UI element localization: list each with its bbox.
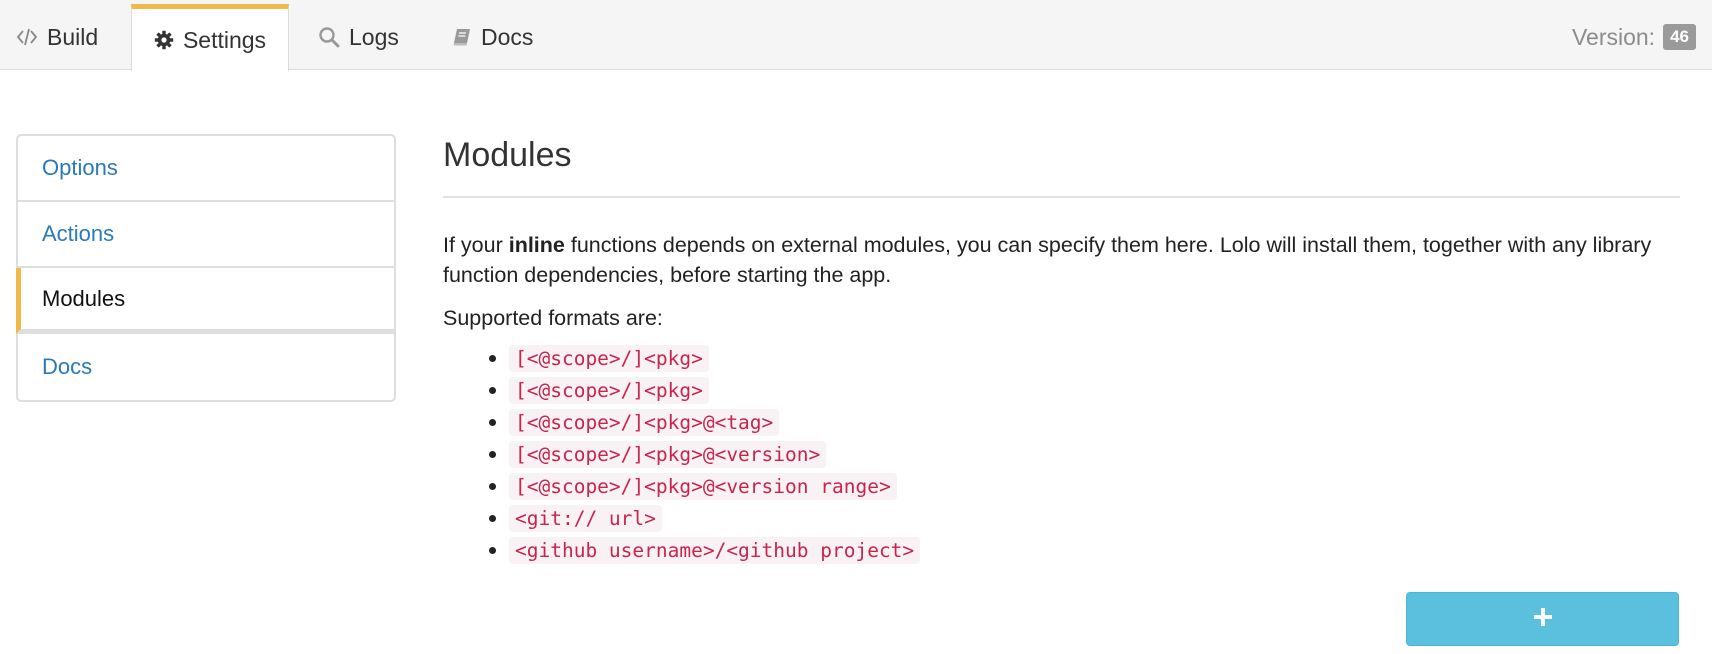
format-code: [<@scope>/]<pkg>@<version> [509, 441, 827, 468]
sidebar-item-label: Actions [42, 221, 115, 246]
top-nav: Build Settings Logs Docs Version: 46 [0, 0, 1712, 71]
plus-icon [1532, 606, 1554, 633]
book-icon [452, 27, 472, 47]
sidebar-item-docs[interactable]: Docs [18, 334, 394, 400]
tab-docs-label: Docs [481, 23, 534, 50]
sidebar-item-modules[interactable]: Modules [16, 268, 394, 334]
description-bold-text: inline [508, 233, 565, 257]
version-label: Version: [1571, 23, 1656, 50]
gear-icon [154, 30, 174, 50]
format-code: [<@scope>/]<pkg>@<version range> [509, 473, 897, 500]
list-item: [<@scope>/]<pkg> [509, 377, 1680, 409]
sidebar-item-options[interactable]: Options [18, 136, 394, 202]
formats-heading: Supported formats are: [443, 306, 663, 330]
sidebar-item-label: Modules [42, 285, 126, 311]
list-item: [<@scope>/]<pkg>@<version range> [509, 473, 1680, 505]
tab-docs[interactable]: Docs [452, 4, 533, 70]
list-item: [<@scope>/]<pkg>@<version> [509, 441, 1680, 473]
format-code: [<@scope>/]<pkg> [509, 345, 709, 372]
tab-build[interactable]: Build [16, 4, 98, 70]
code-icon [16, 27, 38, 47]
search-icon [318, 26, 340, 48]
tab-logs-label: Logs [349, 23, 399, 50]
tab-settings-label: Settings [182, 26, 267, 53]
add-module-button[interactable] [1406, 592, 1679, 646]
settings-sidebar: Options Actions Modules Docs [16, 134, 396, 402]
description-text: functions depends on external modules, y… [443, 233, 1652, 287]
list-item: <git:// url> [509, 505, 1680, 537]
format-code: <git:// url> [509, 505, 662, 532]
page-title: Modules [443, 132, 1680, 198]
list-item: [<@scope>/]<pkg>@<tag> [509, 409, 1680, 441]
tab-settings[interactable]: Settings [131, 4, 289, 71]
version-indicator: Version: 46 [1572, 22, 1696, 52]
formats-list: [<@scope>/]<pkg> [<@scope>/]<pkg> [<@sco… [443, 345, 1680, 569]
sidebar-item-label: Docs [42, 354, 93, 379]
version-badge: 46 [1663, 24, 1696, 50]
list-item: <github username>/<github project> [509, 537, 1680, 569]
format-code: [<@scope>/]<pkg>@<tag> [509, 409, 780, 436]
format-code: <github username>/<github project> [509, 537, 921, 564]
sidebar-item-actions[interactable]: Actions [18, 202, 394, 268]
description-text: If your [443, 233, 509, 257]
format-code: [<@scope>/]<pkg> [509, 377, 709, 404]
tab-logs[interactable]: Logs [318, 4, 399, 70]
tab-build-label: Build [47, 23, 99, 50]
modules-description: If your inline functions depends on exte… [443, 230, 1680, 290]
list-item: [<@scope>/]<pkg> [509, 345, 1680, 377]
main-content: Modules If your inline functions depends… [443, 132, 1680, 569]
sidebar-item-label: Options [42, 155, 118, 180]
